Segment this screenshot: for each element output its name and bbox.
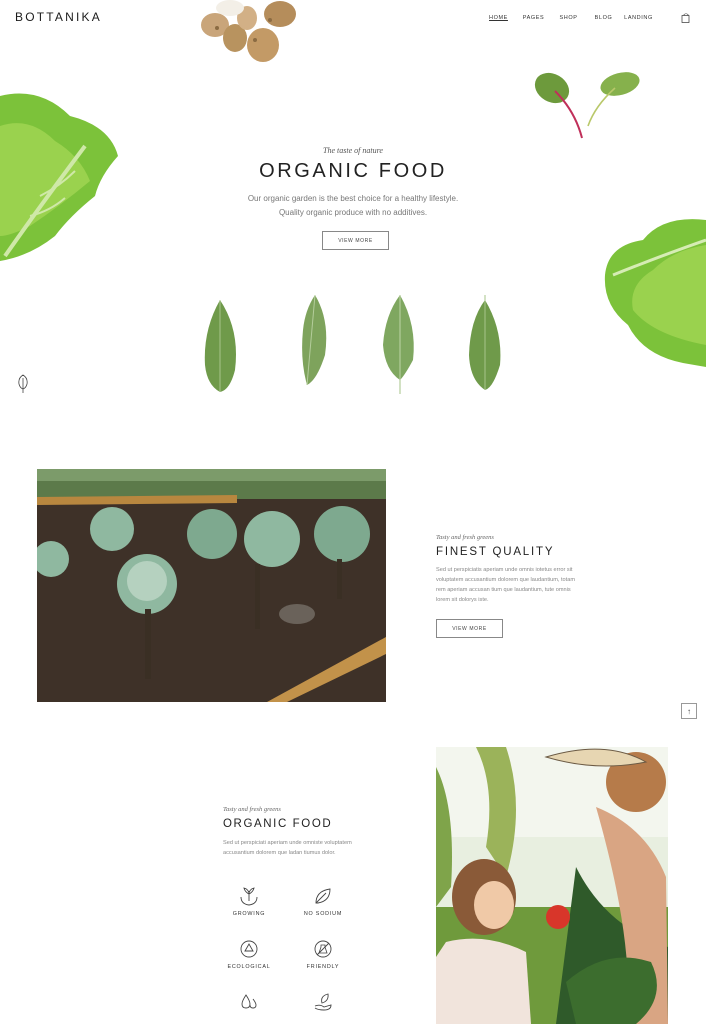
- hero-view-more-button[interactable]: VIEW MORE: [322, 231, 389, 250]
- feature-growing: GROWING: [219, 885, 279, 917]
- leaf-icon: [315, 888, 331, 904]
- drops-icon: [241, 994, 257, 1009]
- nav-blog[interactable]: BLOG: [586, 15, 621, 21]
- nav-shop[interactable]: SHOP: [551, 15, 586, 21]
- feature-friendly: FRIENDLY: [293, 938, 353, 970]
- cart-icon[interactable]: [681, 13, 691, 23]
- feature-label: FRIENDLY: [306, 964, 340, 970]
- quality-title: FINEST QUALITY: [436, 546, 555, 558]
- feature-label: GROWING: [232, 911, 266, 917]
- hands-plant-icon: [240, 887, 258, 906]
- organic-title: ORGANIC FOOD: [223, 818, 333, 830]
- feature-ecological: ECOLOGICAL: [219, 938, 279, 970]
- feature-hand-leaf: [293, 991, 353, 1013]
- feature-drops: [219, 991, 279, 1013]
- recycle-icon: [240, 940, 258, 958]
- feature-label: ECOLOGICAL: [227, 964, 271, 970]
- nav-home[interactable]: HOME: [481, 15, 516, 21]
- sprouts-image: [534, 72, 640, 139]
- leaf-pin-icon[interactable]: [17, 374, 29, 394]
- arrow-up-icon: ↑: [687, 706, 691, 716]
- hero-title: ORGANIC FOOD: [259, 160, 447, 182]
- scroll-top-button[interactable]: ↑: [681, 703, 697, 719]
- feature-no-sodium: NO SODIUM: [293, 885, 353, 917]
- roots-image: [201, 0, 296, 62]
- sage-leaves-image: [204, 294, 501, 394]
- quality-view-more-button[interactable]: VIEW MORE: [436, 619, 503, 638]
- nav-landing[interactable]: LANDING: [621, 15, 656, 21]
- hero-tagline: The taste of nature: [323, 146, 383, 155]
- no-chemicals-icon: [314, 940, 332, 958]
- quality-tagline: Tasty and fresh greens: [436, 534, 494, 541]
- hand-leaf-icon: [314, 993, 332, 1011]
- organic-text: Sed ut perspiciati aperiam unde omniste …: [223, 840, 352, 856]
- quality-text: Sed ut perspiciatis aperiam unde omnis i…: [436, 567, 575, 603]
- nav-pages[interactable]: PAGES: [516, 15, 551, 21]
- main-nav: HOME PAGES SHOP BLOG LANDING: [481, 15, 656, 21]
- feature-label: NO SODIUM: [303, 911, 343, 917]
- hero-text: Our organic garden is the best choice fo…: [247, 194, 459, 217]
- organic-tagline: Tasty and fresh greens: [223, 806, 281, 813]
- cabbage-garden-image: [37, 469, 386, 702]
- mother-daughter-garden-image: [436, 747, 668, 1024]
- site-logo[interactable]: BOTTANIKA: [15, 10, 102, 24]
- lettuce-right-image: [604, 219, 706, 367]
